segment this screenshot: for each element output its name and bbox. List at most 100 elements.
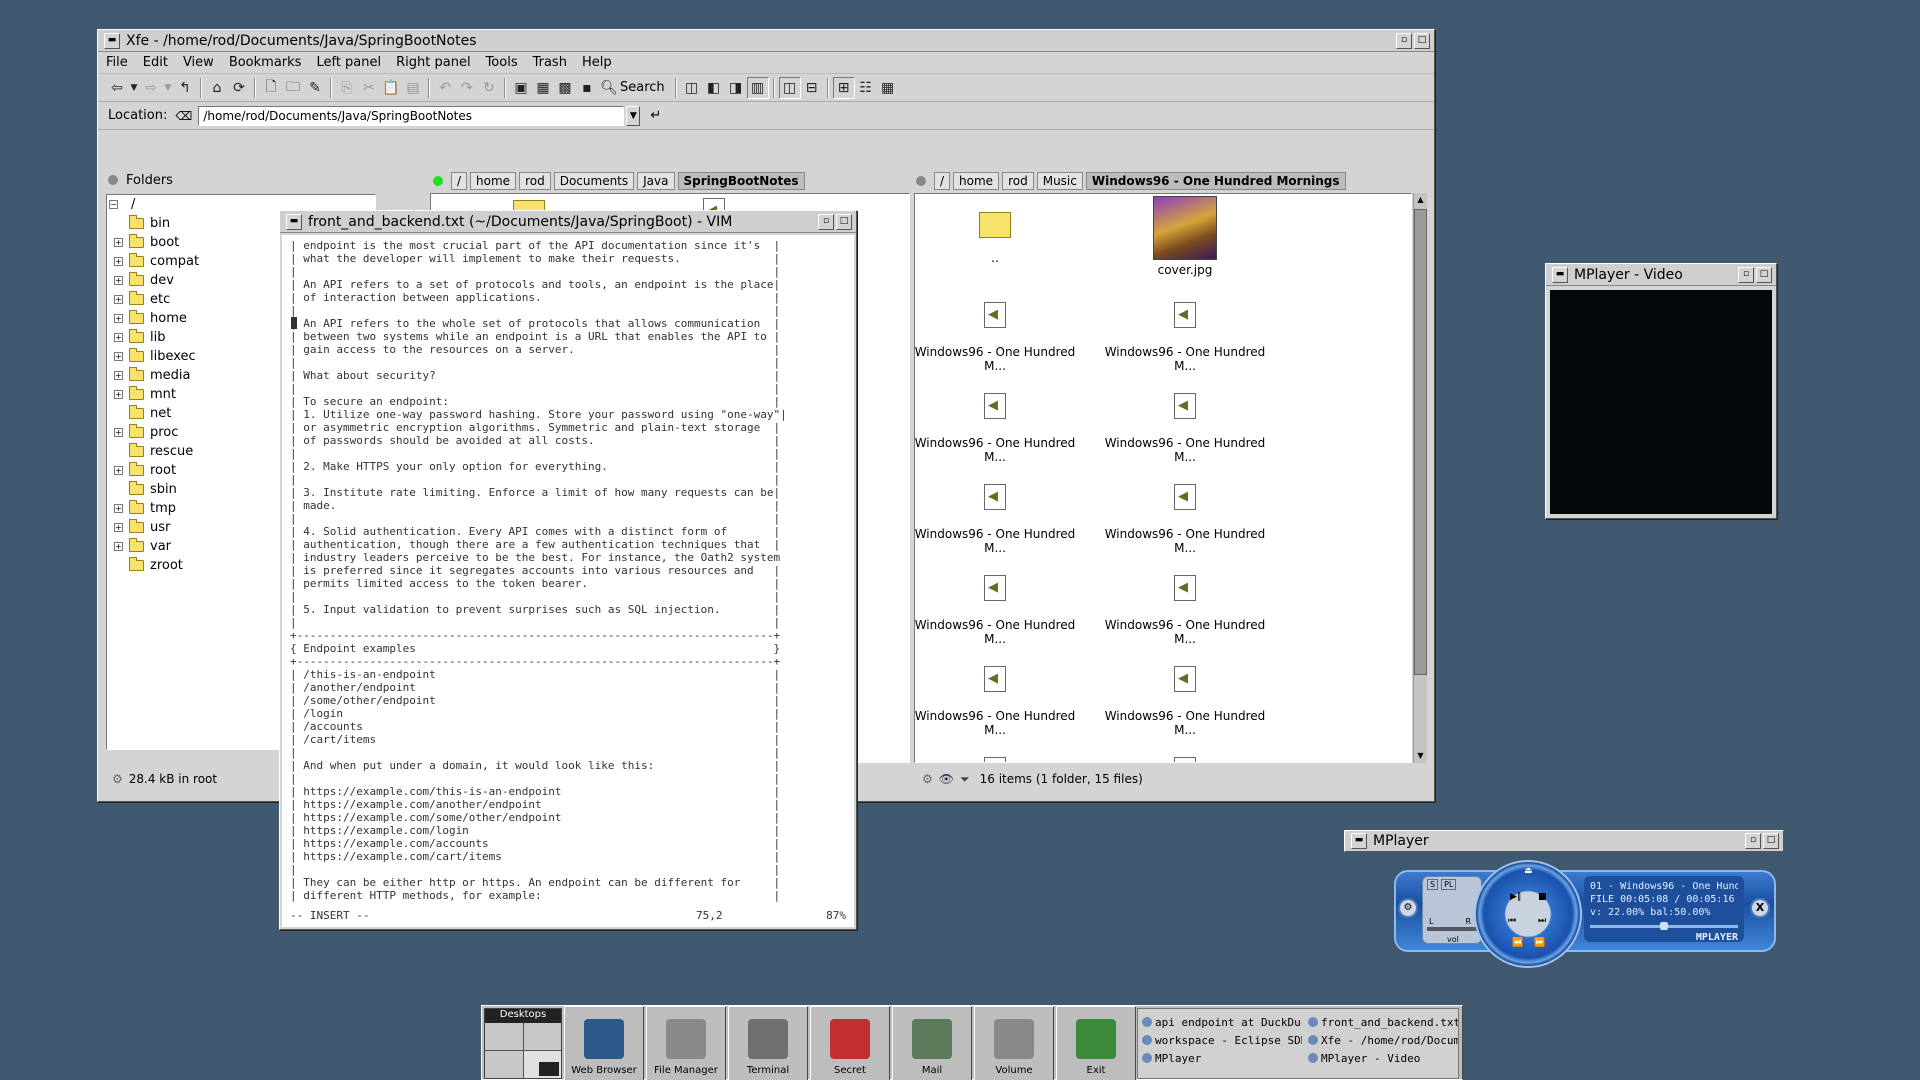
tree-expander-icon[interactable]: + bbox=[114, 257, 123, 266]
window-list-item[interactable]: Xfe - /home/rod/Document bbox=[1308, 1031, 1458, 1049]
audio-file-item[interactable]: Windows96 - One Hundred M... bbox=[1095, 575, 1275, 646]
right-path-music[interactable]: Music bbox=[1036, 172, 1083, 190]
rewind-button[interactable]: ⏪ bbox=[1512, 938, 1523, 948]
audio-file-item[interactable] bbox=[915, 757, 1085, 762]
window-menu-button[interactable]: ▬ bbox=[286, 213, 302, 230]
left-path-root[interactable]: / bbox=[451, 172, 468, 190]
audio-file-item[interactable]: Windows96 - One Hundred M... bbox=[915, 393, 1085, 464]
xfe-titlebar[interactable]: ▬ Xfe - /home/rod/Documents/Java/SpringB… bbox=[98, 30, 1434, 52]
audio-file-item[interactable]: Windows96 - One Hundred M... bbox=[915, 575, 1085, 646]
left-path-java[interactable]: Java bbox=[637, 172, 675, 190]
right-scrollbar[interactable]: ▲ ▼ bbox=[1413, 193, 1427, 763]
search-label[interactable]: Search bbox=[620, 80, 665, 95]
tree-expander-icon[interactable]: + bbox=[114, 428, 123, 437]
maximize-button[interactable]: □ bbox=[1756, 266, 1772, 283]
location-input[interactable]: /home/rod/Documents/Java/SpringBootNotes bbox=[198, 105, 625, 126]
mplayer-video-titlebar[interactable]: ▬ MPlayer - Video ▫ □ bbox=[1546, 264, 1776, 286]
left-path-documents[interactable]: Documents bbox=[553, 172, 635, 190]
clear-location-icon[interactable]: ⌫ bbox=[175, 109, 192, 123]
location-dropdown[interactable]: ▼ bbox=[626, 105, 641, 126]
back-history-icon[interactable]: ▼ bbox=[128, 77, 140, 99]
menu-file[interactable]: File bbox=[106, 55, 128, 70]
play-pause-button[interactable]: ▶‖ bbox=[1510, 892, 1521, 902]
cover-image-item[interactable]: cover.jpg bbox=[1095, 196, 1275, 277]
tree-expander-icon[interactable]: + bbox=[114, 542, 123, 551]
launcher-volume[interactable]: Volume bbox=[974, 1006, 1054, 1080]
mount-icon[interactable]: ▩ bbox=[554, 77, 576, 99]
up-icon[interactable]: ↰ bbox=[174, 77, 196, 99]
launcher-terminal[interactable]: Terminal bbox=[728, 1006, 808, 1080]
left-path-rod[interactable]: rod bbox=[519, 172, 551, 190]
window-menu-button[interactable]: ▬ bbox=[1552, 266, 1568, 283]
home-icon[interactable]: ⌂ bbox=[206, 77, 228, 99]
run-icon[interactable]: ▦ bbox=[532, 77, 554, 99]
scroll-up-arrow[interactable]: ▲ bbox=[1414, 193, 1427, 207]
launcher-mail[interactable]: Mail bbox=[892, 1006, 972, 1080]
window-menu-button[interactable]: ▬ bbox=[1351, 833, 1367, 849]
audio-file-item[interactable]: Windows96 - One Hundred M... bbox=[1095, 302, 1275, 373]
left-path-home[interactable]: home bbox=[470, 172, 517, 190]
desktop-pager[interactable]: Desktops bbox=[484, 1008, 562, 1079]
tree-expander-icon[interactable]: + bbox=[114, 523, 123, 532]
clipboard-icon[interactable]: ▤ bbox=[402, 77, 424, 99]
audio-file-item[interactable]: Windows96 - One Hundred M... bbox=[1095, 393, 1275, 464]
tree-expander-icon[interactable]: + bbox=[114, 314, 123, 323]
forward-button[interactable]: ⏩ bbox=[1534, 938, 1545, 948]
new-folder-icon[interactable]: 🗀 bbox=[282, 77, 304, 99]
back-icon[interactable]: ⇦ bbox=[106, 77, 128, 99]
maximize-button[interactable]: □ bbox=[1414, 32, 1430, 49]
launcher-web-browser[interactable]: Web Browser bbox=[564, 1006, 644, 1080]
audio-file-item[interactable]: Windows96 - One Hundred M... bbox=[915, 484, 1085, 555]
menu-help[interactable]: Help bbox=[582, 55, 612, 70]
skin-button[interactable]: S bbox=[1427, 879, 1439, 890]
tree-expander-icon[interactable]: + bbox=[114, 333, 123, 342]
audio-file-item[interactable]: Windows96 - One Hundred M... bbox=[1095, 484, 1275, 555]
move-icon[interactable]: ↷ bbox=[456, 77, 478, 99]
right-path-rod[interactable]: rod bbox=[1002, 172, 1034, 190]
tree-expander-icon[interactable]: + bbox=[114, 276, 123, 285]
menu-tools[interactable]: Tools bbox=[486, 55, 518, 70]
new-file-icon[interactable]: 🗋 bbox=[260, 77, 282, 99]
window-list-item[interactable]: MPlayer - Video bbox=[1308, 1049, 1458, 1067]
horizontal-split-icon[interactable]: ⊟ bbox=[801, 77, 823, 99]
tree-expander-icon[interactable]: − bbox=[109, 200, 118, 209]
launcher-exit[interactable]: Exit bbox=[1056, 1006, 1136, 1080]
window-menu-button[interactable]: ▬ bbox=[104, 32, 120, 49]
seek-bar[interactable] bbox=[1590, 922, 1738, 930]
scroll-thumb[interactable] bbox=[1414, 209, 1427, 675]
next-button[interactable]: ⏭ bbox=[1538, 916, 1546, 926]
audio-file-item[interactable]: Windows96 - One Hundred M... bbox=[1095, 666, 1275, 737]
forward-icon[interactable]: ⇨ bbox=[140, 77, 162, 99]
audio-file-item[interactable] bbox=[1095, 757, 1275, 762]
stop-button[interactable]: ■ bbox=[1538, 892, 1547, 902]
mplayer-left-knob[interactable]: ⚙ bbox=[1398, 898, 1418, 918]
launcher-secret[interactable]: Secret bbox=[810, 1006, 890, 1080]
details-icon[interactable]: ▦ bbox=[877, 77, 899, 99]
previous-button[interactable]: ⏮ bbox=[1508, 916, 1516, 926]
vim-text-area[interactable]: | endpoint is the most crucial part of t… bbox=[282, 235, 854, 907]
tree-expander-icon[interactable]: + bbox=[114, 371, 123, 380]
tree-expander-icon[interactable]: + bbox=[114, 295, 123, 304]
vertical-split-icon[interactable]: ◫ bbox=[778, 76, 801, 99]
two-panels-icon[interactable]: ◨ bbox=[725, 77, 747, 99]
paste-icon[interactable]: 📋 bbox=[380, 77, 402, 99]
eject-button[interactable]: ⏏ bbox=[1524, 866, 1533, 876]
filter-icon[interactable]: ⏷ bbox=[960, 772, 970, 787]
right-path-home[interactable]: home bbox=[953, 172, 1000, 190]
playlist-button[interactable]: PL bbox=[1441, 879, 1457, 890]
mplayer-titlebar[interactable]: ▬ MPlayer ▫ □ bbox=[1344, 830, 1784, 852]
drive-icon[interactable]: ▪ bbox=[576, 77, 598, 99]
minimize-button[interactable]: ▫ bbox=[1738, 266, 1754, 283]
hidden-files-icon[interactable]: 👁︎ bbox=[939, 772, 954, 786]
cut-icon[interactable]: ✂ bbox=[358, 77, 380, 99]
trash-icon[interactable]: ↻ bbox=[478, 77, 500, 99]
rename-icon[interactable]: ↶ bbox=[434, 77, 456, 99]
vim-titlebar[interactable]: ▬ front_and_backend.txt (~/Documents/Jav… bbox=[280, 211, 856, 233]
properties-icon[interactable]: ✎ bbox=[304, 77, 326, 99]
menu-trash[interactable]: Trash bbox=[533, 55, 567, 70]
volume-slider[interactable] bbox=[1427, 927, 1477, 931]
search-icon[interactable]: 🔍︎ bbox=[598, 77, 620, 99]
tree-expander-icon[interactable]: + bbox=[114, 390, 123, 399]
big-icons-icon[interactable]: ⊞ bbox=[832, 76, 855, 99]
maximize-button[interactable]: □ bbox=[836, 213, 852, 230]
